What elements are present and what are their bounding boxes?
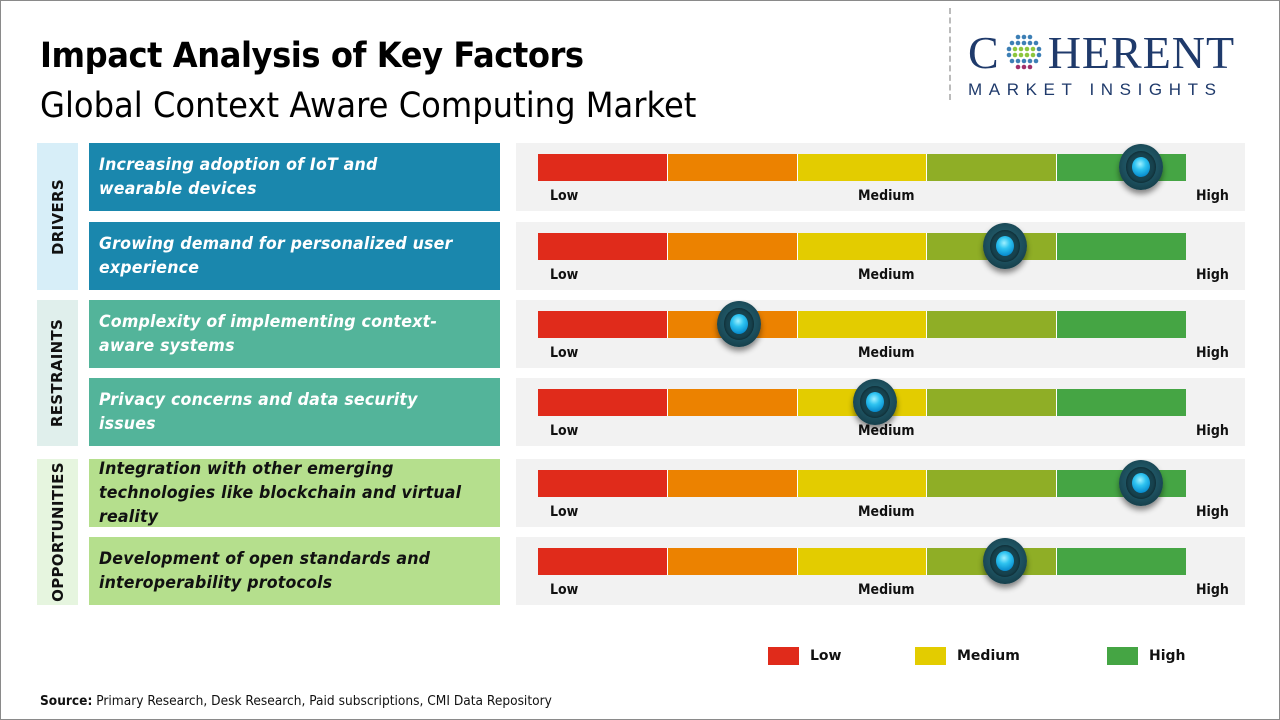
category-opportunities: OPPORTUNITIES [37,459,78,605]
scale-segment-1 [538,233,668,260]
scale-segment-4 [927,389,1058,416]
scale-segment-2 [667,548,798,575]
legend-swatch-high [1107,647,1138,665]
scale-segment-2 [667,154,798,181]
impact-scale-bar [538,154,1186,181]
source-text: Primary Research, Desk Research, Paid su… [92,694,552,709]
scale-segment-3 [797,470,928,497]
impact-meter: Low Medium High [516,300,1245,368]
scale-label-low: Low [550,504,579,520]
scale-label-medium: Medium [858,188,915,204]
impact-meter: Low Medium High [516,537,1245,605]
scale-label-high: High [1196,345,1229,361]
impact-indicator-knob [1118,144,1163,190]
scale-segment-4 [927,311,1058,338]
page-subtitle: Global Context Aware Computing Market [40,86,697,126]
category-label: OPPORTUNITIES [48,462,67,602]
scale-segment-3 [797,154,928,181]
source-note: Source: Primary Research, Desk Research,… [40,694,552,709]
scale-label-high: High [1196,188,1229,204]
scale-segment-1 [538,470,668,497]
scale-segment-1 [538,389,668,416]
scale-segment-2 [667,233,798,260]
legend-item-medium: Medium [915,647,1020,665]
impact-scale-bar [538,233,1186,260]
legend-label-medium: Medium [957,648,1020,664]
factor-text: Privacy concerns and data security issue… [99,390,418,434]
scale-label-medium: Medium [858,504,915,520]
impact-scale-bar [538,311,1186,338]
category-label: DRIVERS [48,178,67,255]
scale-label-high: High [1196,582,1229,598]
globe-dots-icon [1006,34,1041,70]
impact-indicator-knob [852,379,897,425]
legend-swatch-low [768,647,799,665]
scale-segment-1 [538,311,668,338]
scale-label-low: Low [550,267,579,283]
scale-label-medium: Medium [858,582,915,598]
category-drivers: DRIVERS [37,143,78,290]
impact-indicator-knob [982,538,1027,584]
source-label: Source: [40,694,93,709]
category-label: RESTRAINTS [48,318,67,428]
logo-letter-c: C [968,27,1000,78]
impact-meter: Low Medium High [516,222,1245,290]
logo-letters-herent: HERENT [1047,27,1236,78]
impact-indicator-knob [982,223,1027,269]
factor-text: Development of open standards and intero… [99,549,431,593]
factor-box: Privacy concerns and data security issue… [89,378,500,446]
impact-scale-bar [538,548,1186,575]
scale-segment-3 [797,311,928,338]
scale-segment-3 [797,548,928,575]
factor-text: Integration with other emerging technolo… [99,459,462,527]
factor-box: Growing demand for personalized user exp… [89,222,500,290]
scale-label-medium: Medium [858,345,915,361]
impact-meter: Low Medium High [516,378,1245,446]
scale-segment-5 [1057,233,1186,260]
company-logo: C HERENT MARKET INSIGHTS [968,30,1263,100]
scale-label-low: Low [550,188,579,204]
legend-item-high: High [1107,647,1186,665]
factor-text: Complexity of implementing context-aware… [99,312,438,356]
scale-label-medium: Medium [858,267,915,283]
scale-segment-5 [1057,548,1186,575]
scale-label-low: Low [550,423,579,439]
scale-segment-5 [1057,389,1186,416]
scale-segment-3 [797,233,928,260]
legend-swatch-medium [915,647,946,665]
category-restraints: RESTRAINTS [37,300,78,446]
factor-box: Integration with other emerging technolo… [89,459,500,527]
scale-segment-2 [667,470,798,497]
legend-label-high: High [1149,648,1186,664]
factor-text: Increasing adoption of IoT and wearable … [99,155,378,199]
impact-indicator-knob [1118,460,1163,506]
scale-segment-4 [927,154,1058,181]
impact-indicator-knob [716,301,761,347]
scale-label-high: High [1196,423,1229,439]
legend-item-low: Low [768,647,841,665]
scale-segment-4 [927,470,1058,497]
logo-divider [949,8,951,100]
logo-tagline: MARKET INSIGHTS [968,80,1223,99]
page-title: Impact Analysis of Key Factors [40,36,584,76]
scale-label-low: Low [550,345,579,361]
impact-scale-bar [538,470,1186,497]
scale-label-high: High [1196,504,1229,520]
scale-segment-1 [538,548,668,575]
logo-wordmark: C HERENT [968,30,1263,76]
scale-label-high: High [1196,267,1229,283]
scale-segment-2 [667,389,798,416]
legend-label-low: Low [810,648,842,664]
scale-segment-5 [1057,311,1186,338]
factor-box: Complexity of implementing context-aware… [89,300,500,368]
impact-meter: Low Medium High [516,143,1245,211]
factor-text: Growing demand for personalized user exp… [99,234,453,278]
scale-label-medium: Medium [858,423,915,439]
factor-box: Development of open standards and intero… [89,537,500,605]
impact-meter: Low Medium High [516,459,1245,527]
factor-box: Increasing adoption of IoT and wearable … [89,143,500,211]
scale-segment-1 [538,154,668,181]
scale-label-low: Low [550,582,579,598]
